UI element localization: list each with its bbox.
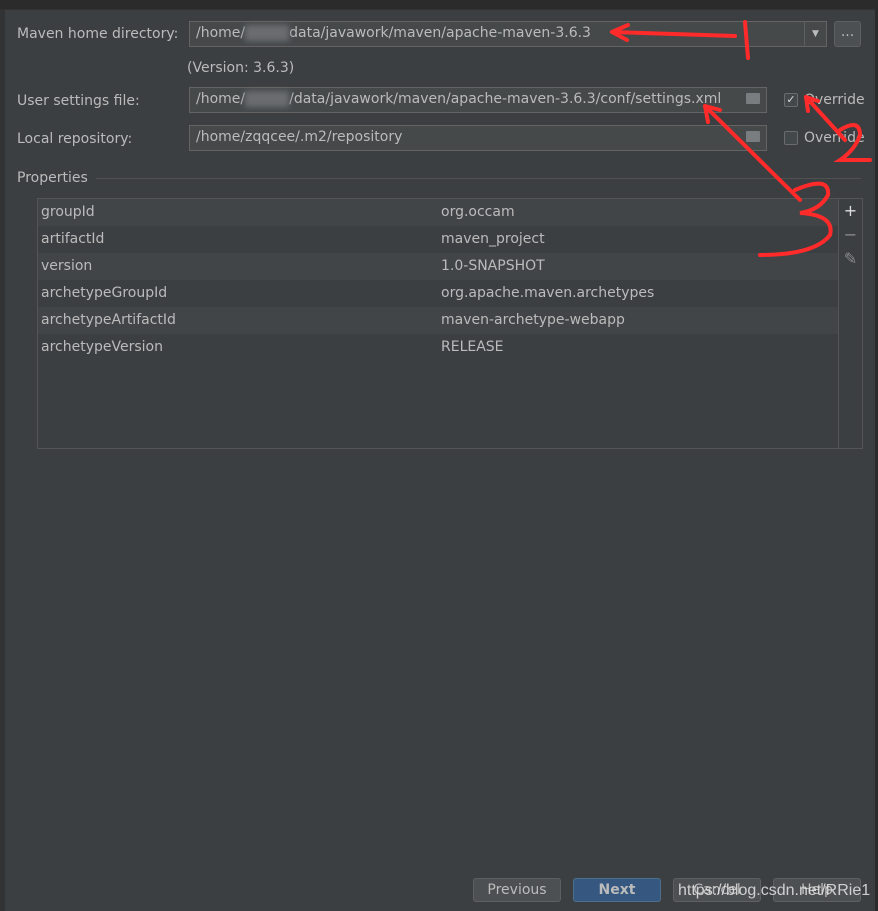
user-settings-label: User settings file: — [17, 93, 140, 109]
local-repo-override-checkbox[interactable] — [784, 131, 798, 145]
local-repo-value: /home/zqqcee/.m2/repository — [196, 129, 403, 145]
property-key: groupId — [41, 204, 95, 220]
cancel-button[interactable]: Cancel — [673, 878, 761, 902]
local-repo-input[interactable]: /home/zqqcee/.m2/repository — [189, 125, 767, 151]
maven-version: (Version: 3.6.3) — [187, 60, 295, 76]
add-icon[interactable]: + — [839, 199, 862, 223]
path-prefix: /home/ — [196, 25, 246, 41]
table-row[interactable]: archetypeGroupId org.apache.maven.archety… — [38, 280, 838, 307]
override-label: Override — [804, 92, 865, 108]
property-value[interactable]: maven-archetype-webapp — [438, 307, 838, 334]
user-settings-input[interactable]: /home/ /data/javawork/maven/apache-maven-… — [189, 87, 767, 113]
properties-separator — [96, 178, 861, 179]
property-value[interactable]: maven_project — [438, 226, 838, 253]
table-row[interactable]: groupId org.occam — [38, 199, 838, 226]
property-key: archetypeArtifactId — [41, 312, 176, 328]
folder-icon[interactable] — [746, 93, 760, 104]
property-value[interactable]: org.apache.maven.archetypes — [438, 280, 838, 307]
path-suffix: data/javawork/maven/apache-maven-3.6.3 — [289, 25, 591, 41]
override-label: Override — [804, 130, 865, 146]
local-repo-label: Local repository: — [17, 131, 133, 147]
background-editor-edge — [0, 10, 5, 911]
property-value[interactable]: 1.0-SNAPSHOT — [438, 253, 838, 280]
property-key: archetypeVersion — [41, 339, 163, 355]
property-value[interactable]: org.occam — [438, 199, 838, 226]
property-key: version — [41, 258, 93, 274]
maven-home-input[interactable]: /home/data/javawork/maven/apache-maven-3… — [189, 21, 805, 47]
title-bar — [0, 0, 878, 10]
maven-home-label: Maven home directory: — [17, 26, 179, 42]
remove-icon[interactable]: − — [839, 223, 862, 247]
property-value[interactable]: RELEASE — [438, 334, 838, 361]
arrow-3 — [703, 104, 802, 202]
blurred-username — [245, 91, 290, 107]
user-settings-override-checkbox[interactable]: ✓ — [784, 93, 798, 107]
properties-title: Properties — [17, 170, 88, 186]
browse-button[interactable]: ... — [834, 21, 861, 47]
help-button[interactable]: Help — [773, 878, 861, 902]
edit-icon[interactable]: ✎ — [839, 247, 862, 271]
properties-table[interactable]: groupId org.occam artifactId maven_project… — [37, 198, 839, 449]
blurred-username — [245, 25, 290, 41]
path-prefix: /home/ — [196, 91, 246, 107]
property-key: archetypeGroupId — [41, 285, 168, 301]
table-row[interactable]: archetypeVersion RELEASE — [38, 334, 838, 361]
path-suffix: /data/javawork/maven/apache-maven-3.6.3/… — [289, 91, 722, 107]
next-button[interactable]: Next — [573, 878, 661, 902]
property-key: artifactId — [41, 231, 105, 247]
chevron-down-icon[interactable]: ▼ — [804, 21, 827, 47]
table-row[interactable]: version 1.0-SNAPSHOT — [38, 253, 838, 280]
previous-button[interactable]: Previous — [473, 878, 561, 902]
table-row[interactable]: artifactId maven_project — [38, 226, 838, 253]
folder-icon[interactable] — [746, 131, 760, 142]
table-row[interactable]: archetypeArtifactId maven-archetype-webap… — [38, 307, 838, 334]
properties-toolbar: + − ✎ — [839, 198, 863, 449]
